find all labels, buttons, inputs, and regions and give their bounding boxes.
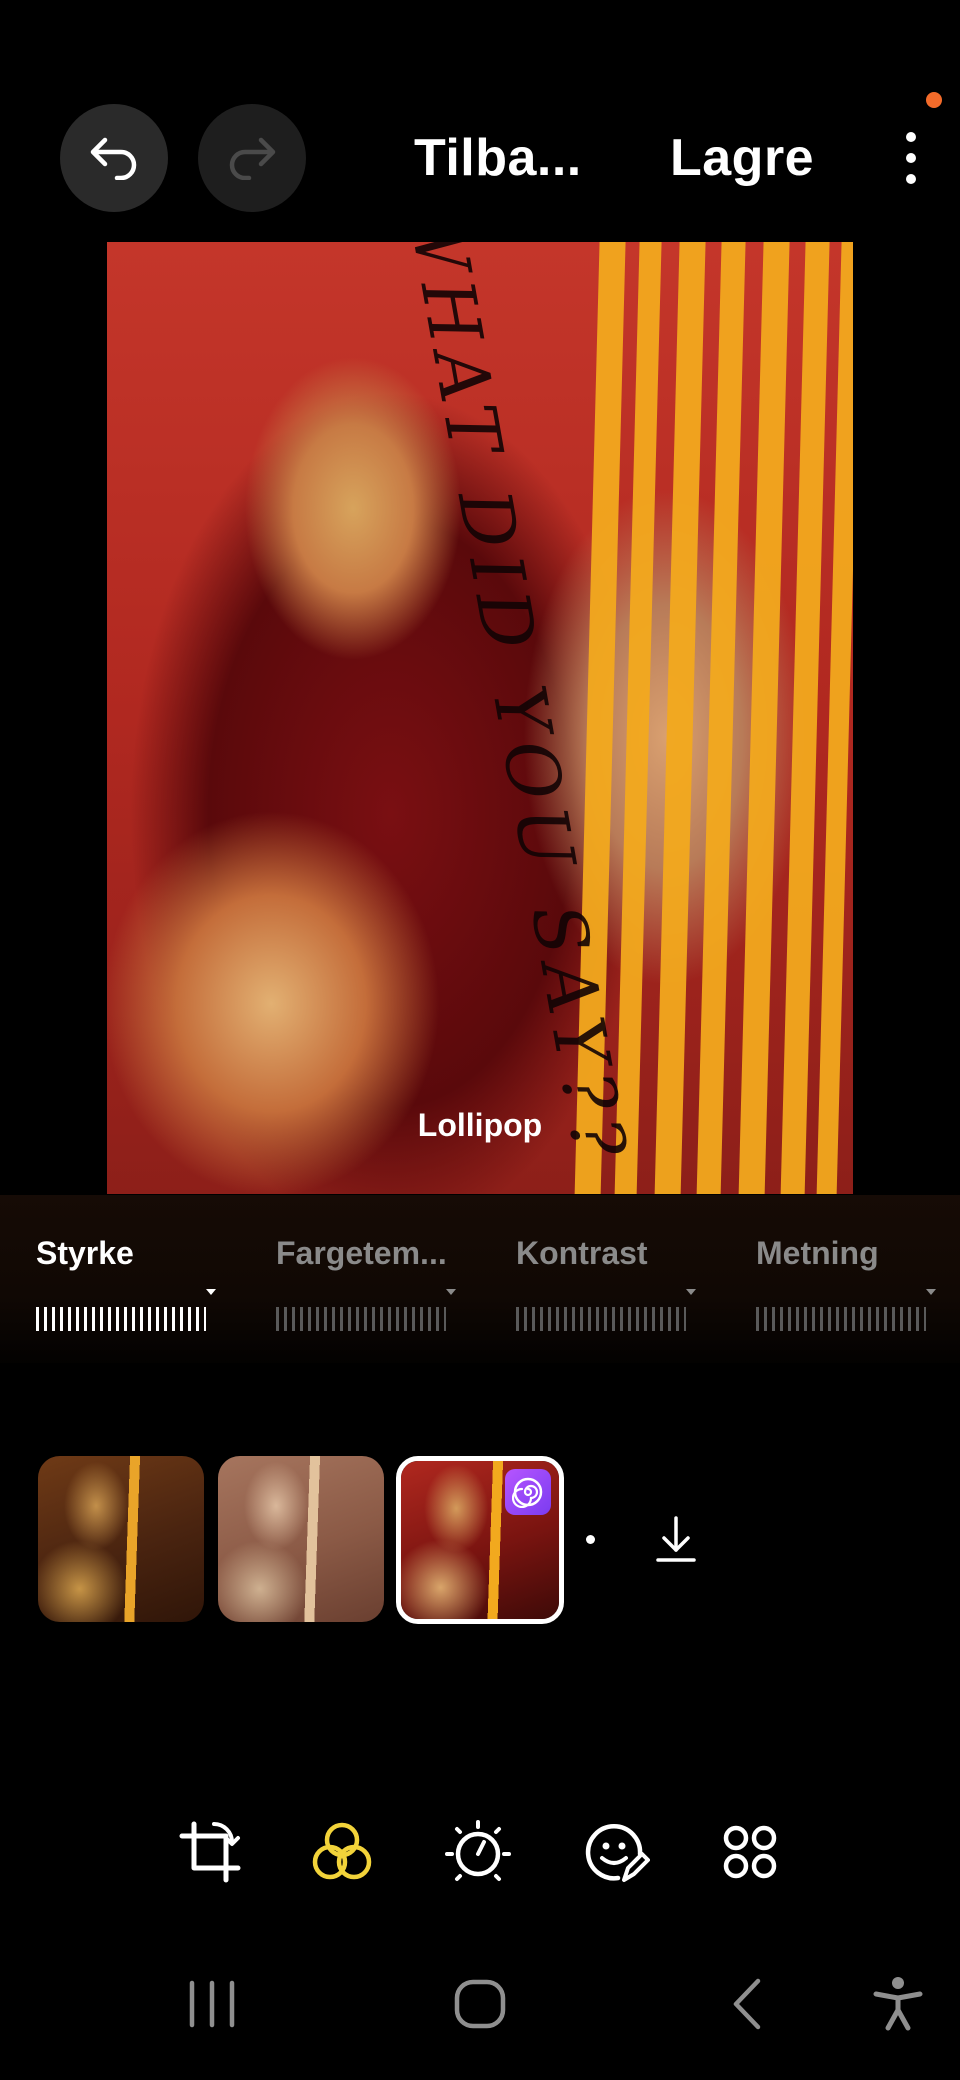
stickers-tool-button[interactable]	[582, 1818, 650, 1886]
back-button[interactable]	[726, 1976, 770, 2032]
separator-dot	[586, 1535, 595, 1544]
caret-down-icon	[206, 1289, 216, 1295]
adjust-strength[interactable]: Styrke	[36, 1235, 216, 1331]
painted-text: WHAT DID YOU SAY??	[390, 242, 644, 1172]
adjust-label: Fargetem...	[276, 1235, 447, 1271]
caret-down-icon	[686, 1289, 696, 1295]
adjust-contrast[interactable]: Kontrast	[516, 1235, 696, 1331]
edited-photo[interactable]: WHAT DID YOU SAY??	[107, 242, 853, 1194]
recent-apps-icon	[189, 1980, 235, 2028]
more-vertical-icon	[906, 132, 916, 142]
filters-tool-button[interactable]	[308, 1818, 376, 1886]
spiral-lollipop-icon	[505, 1469, 551, 1515]
adjust-label: Metning	[756, 1235, 879, 1271]
adjust-slider[interactable]	[36, 1307, 206, 1331]
filters-icon	[312, 1822, 372, 1880]
thumbnail-image	[218, 1456, 384, 1622]
filter-adjustment-row: Styrke Fargetem... Kontrast Metning	[0, 1195, 960, 1363]
filter-name-label: Lollipop	[417, 1107, 543, 1143]
adjust-slider[interactable]	[516, 1307, 686, 1331]
crop-rotate-tool-button[interactable]	[176, 1818, 244, 1886]
filter-thumbnail[interactable]	[38, 1456, 204, 1622]
adjust-color-temperature[interactable]: Fargetem...	[276, 1235, 456, 1331]
filter-thumbnail-selected[interactable]	[396, 1456, 564, 1624]
home-icon	[454, 1979, 506, 2029]
more-tools-button[interactable]	[716, 1818, 784, 1886]
adjust-label: Kontrast	[516, 1235, 648, 1271]
back-icon	[733, 1978, 761, 2030]
accessibility-icon	[873, 1977, 923, 2031]
caret-down-icon	[446, 1289, 456, 1295]
more-vertical-dot	[906, 153, 916, 163]
undo-button[interactable]	[60, 104, 168, 212]
redo-arrow-icon	[229, 137, 276, 180]
adjust-slider[interactable]	[756, 1307, 926, 1331]
notification-dot	[926, 92, 942, 108]
brightness-adjust-icon	[445, 1820, 511, 1881]
undo-arrow-icon	[90, 137, 137, 180]
adjust-label: Styrke	[36, 1235, 134, 1271]
redo-button[interactable]	[198, 104, 306, 212]
caret-down-icon	[926, 1289, 936, 1295]
more-tools-grid-icon	[723, 1825, 777, 1879]
adjust-slider[interactable]	[276, 1307, 446, 1331]
download-icon	[656, 1516, 696, 1562]
save-button[interactable]: Lagre	[670, 128, 814, 188]
crop-rotate-icon	[179, 1821, 241, 1883]
home-button[interactable]	[452, 1976, 508, 2032]
more-vertical-dot	[906, 174, 916, 184]
recent-apps-button[interactable]	[186, 1976, 238, 2032]
brightness-tool-button[interactable]	[444, 1818, 512, 1886]
thumbnail-image	[38, 1456, 204, 1622]
download-filter-button[interactable]	[652, 1512, 700, 1568]
more-options-button[interactable]	[893, 126, 929, 190]
adjust-saturation[interactable]: Metning	[756, 1235, 936, 1331]
sticker-emoji-icon	[585, 1824, 650, 1882]
accessibility-button[interactable]	[872, 1976, 924, 2032]
filter-thumbnail[interactable]	[218, 1456, 384, 1622]
revert-button[interactable]: Tilba...	[414, 128, 582, 188]
